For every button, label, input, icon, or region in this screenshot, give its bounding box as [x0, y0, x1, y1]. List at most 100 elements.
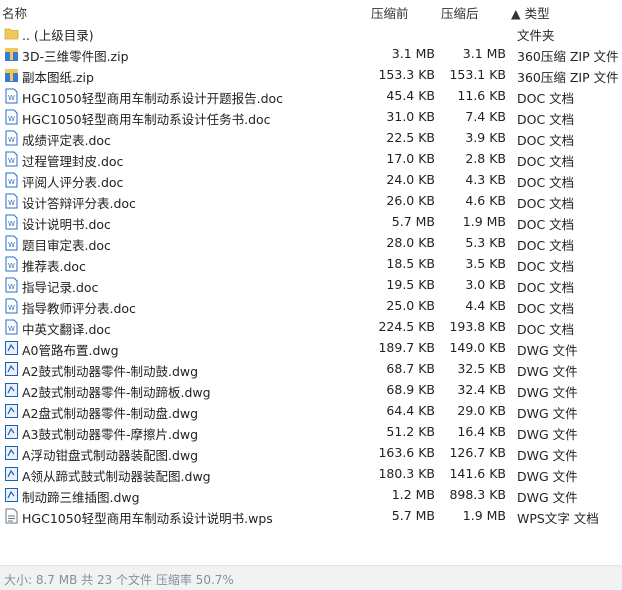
file-row[interactable]: W 设计答辩评分表.doc 26.0 KB 4.6 KB DOC 文档: [0, 191, 622, 212]
file-row[interactable]: A浮动钳盘式制动器装配图.dwg 163.6 KB 126.7 KB DWG 文件: [0, 443, 622, 464]
file-name: A0管路布置.dwg: [22, 343, 119, 358]
file-name: 成绩评定表.doc: [22, 133, 111, 148]
file-type: DOC 文档: [517, 91, 575, 106]
unpacked-size: 153.1 KB: [449, 67, 506, 82]
dwg-icon: [4, 487, 19, 503]
unpacked-size: 141.6 KB: [449, 466, 506, 481]
doc-icon: W: [4, 151, 19, 167]
status-text: 大小: 8.7 MB 共 23 个文件 压缩率 50.7%: [4, 573, 234, 587]
dwg-icon: [4, 340, 19, 356]
doc-icon: W: [4, 319, 19, 335]
doc-icon: W: [4, 172, 19, 188]
file-name: 制动蹄三维插图.dwg: [22, 490, 140, 505]
packed-size: 28.0 KB: [386, 235, 435, 250]
file-row[interactable]: A2鼓式制动器零件-制动鼓.dwg 68.7 KB 32.5 KB DWG 文件: [0, 359, 622, 380]
file-name: 3D-三维零件图.zip: [22, 49, 129, 64]
packed-size: 51.2 KB: [386, 424, 435, 439]
dwg-icon: [4, 445, 19, 461]
packed-size: 5.7 MB: [391, 508, 435, 523]
packed-size: 19.5 KB: [386, 277, 435, 292]
doc-icon: W: [4, 235, 19, 251]
file-row[interactable]: W 成绩评定表.doc 22.5 KB 3.9 KB DOC 文档: [0, 128, 622, 149]
file-name: 设计说明书.doc: [22, 217, 111, 232]
file-row[interactable]: W HGC1050轻型商用车制动系设计开题报告.doc 45.4 KB 11.6 KB…: [0, 86, 622, 107]
file-row[interactable]: W 指导教师评分表.doc 25.0 KB 4.4 KB DOC 文档: [0, 296, 622, 317]
unpacked-size: 16.4 KB: [457, 424, 506, 439]
packed-size: 1.2 MB: [391, 487, 435, 502]
header-type[interactable]: ▲ 类型: [511, 3, 550, 22]
file-row[interactable]: 制动蹄三维插图.dwg 1.2 MB 898.3 KB DWG 文件: [0, 485, 622, 506]
zip-icon: [4, 46, 19, 62]
column-header: 名称 压缩前 压缩后 ▲ 类型: [0, 0, 622, 22]
file-name: 题目审定表.doc: [22, 238, 111, 253]
file-row[interactable]: A3鼓式制动器零件-摩擦片.dwg 51.2 KB 16.4 KB DWG 文件: [0, 422, 622, 443]
file-row[interactable]: W 题目审定表.doc 28.0 KB 5.3 KB DOC 文档: [0, 233, 622, 254]
file-row[interactable]: W HGC1050轻型商用车制动系设计任务书.doc 31.0 KB 7.4 KB DO…: [0, 107, 622, 128]
file-row[interactable]: W 过程管理封皮.doc 17.0 KB 2.8 KB DOC 文档: [0, 149, 622, 170]
file-name: .. (上级目录): [22, 28, 94, 43]
file-type: DWG 文件: [517, 490, 578, 505]
svg-text:W: W: [8, 304, 15, 312]
packed-size: 64.4 KB: [386, 403, 435, 418]
file-type: DOC 文档: [517, 154, 575, 169]
file-row[interactable]: A领从蹄式鼓式制动器装配图.dwg 180.3 KB 141.6 KB DWG 文件: [0, 464, 622, 485]
file-type: DOC 文档: [517, 322, 575, 337]
parent-directory-row[interactable]: .. (上级目录) 文件夹: [0, 23, 622, 44]
file-row[interactable]: A2盘式制动器零件-制动盘.dwg 64.4 KB 29.0 KB DWG 文件: [0, 401, 622, 422]
svg-text:W: W: [8, 178, 15, 186]
header-packed-size[interactable]: 压缩前: [371, 3, 409, 22]
file-type: DOC 文档: [517, 196, 575, 211]
unpacked-size: 11.6 KB: [457, 88, 506, 103]
file-type: DOC 文档: [517, 238, 575, 253]
packed-size: 153.3 KB: [378, 67, 435, 82]
packed-size: 18.5 KB: [386, 256, 435, 271]
unpacked-size: 4.3 KB: [465, 172, 506, 187]
doc-icon: W: [4, 277, 19, 293]
file-row[interactable]: W 评阅人评分表.doc 24.0 KB 4.3 KB DOC 文档: [0, 170, 622, 191]
header-name[interactable]: 名称: [2, 3, 27, 22]
file-row[interactable]: W 中英文翻译.doc 224.5 KB 193.8 KB DOC 文档: [0, 317, 622, 338]
file-type: DWG 文件: [517, 406, 578, 421]
file-row[interactable]: W 指导记录.doc 19.5 KB 3.0 KB DOC 文档: [0, 275, 622, 296]
folder-icon: [4, 25, 19, 41]
file-type: DOC 文档: [517, 133, 575, 148]
doc-icon: W: [4, 256, 19, 272]
svg-text:W: W: [8, 262, 15, 270]
file-type: DOC 文档: [517, 280, 575, 295]
status-bar: 大小: 8.7 MB 共 23 个文件 压缩率 50.7%: [0, 565, 622, 590]
packed-size: 24.0 KB: [386, 172, 435, 187]
unpacked-size: 1.9 MB: [462, 508, 506, 523]
unpacked-size: 1.9 MB: [462, 214, 506, 229]
file-row[interactable]: W 推荐表.doc 18.5 KB 3.5 KB DOC 文档: [0, 254, 622, 275]
packed-size: 68.9 KB: [386, 382, 435, 397]
file-name: 指导教师评分表.doc: [22, 301, 136, 316]
unpacked-size: 29.0 KB: [457, 403, 506, 418]
file-type: DWG 文件: [517, 343, 578, 358]
packed-size: 17.0 KB: [386, 151, 435, 166]
doc-icon: W: [4, 109, 19, 125]
dwg-icon: [4, 361, 19, 377]
svg-text:W: W: [8, 157, 15, 165]
file-row[interactable]: HGC1050轻型商用车制动系设计说明书.wps 5.7 MB 1.9 MB WPS文…: [0, 506, 622, 527]
file-type: DOC 文档: [517, 175, 575, 190]
unpacked-size: 898.3 KB: [449, 487, 506, 502]
file-type: DOC 文档: [517, 112, 575, 127]
doc-icon: W: [4, 88, 19, 104]
unpacked-size: 3.5 KB: [465, 256, 506, 271]
file-type: DOC 文档: [517, 259, 575, 274]
file-name: HGC1050轻型商用车制动系设计说明书.wps: [22, 511, 273, 526]
file-row[interactable]: 3D-三维零件图.zip 3.1 MB 3.1 MB 360压缩 ZIP 文件: [0, 44, 622, 65]
file-name: 过程管理封皮.doc: [22, 154, 124, 169]
file-type: 360压缩 ZIP 文件: [517, 49, 619, 64]
unpacked-size: 193.8 KB: [449, 319, 506, 334]
file-row[interactable]: A2鼓式制动器零件-制动蹄板.dwg 68.9 KB 32.4 KB DWG 文件: [0, 380, 622, 401]
file-row[interactable]: W 设计说明书.doc 5.7 MB 1.9 MB DOC 文档: [0, 212, 622, 233]
file-row[interactable]: A0管路布置.dwg 189.7 KB 149.0 KB DWG 文件: [0, 338, 622, 359]
header-unpacked-size[interactable]: 压缩后: [441, 3, 479, 22]
file-name: A2盘式制动器零件-制动盘.dwg: [22, 406, 199, 421]
file-row[interactable]: 副本图纸.zip 153.3 KB 153.1 KB 360压缩 ZIP 文件: [0, 65, 622, 86]
file-type: 360压缩 ZIP 文件: [517, 70, 619, 85]
doc-icon: W: [4, 214, 19, 230]
unpacked-size: 32.5 KB: [457, 361, 506, 376]
svg-text:W: W: [8, 220, 15, 228]
